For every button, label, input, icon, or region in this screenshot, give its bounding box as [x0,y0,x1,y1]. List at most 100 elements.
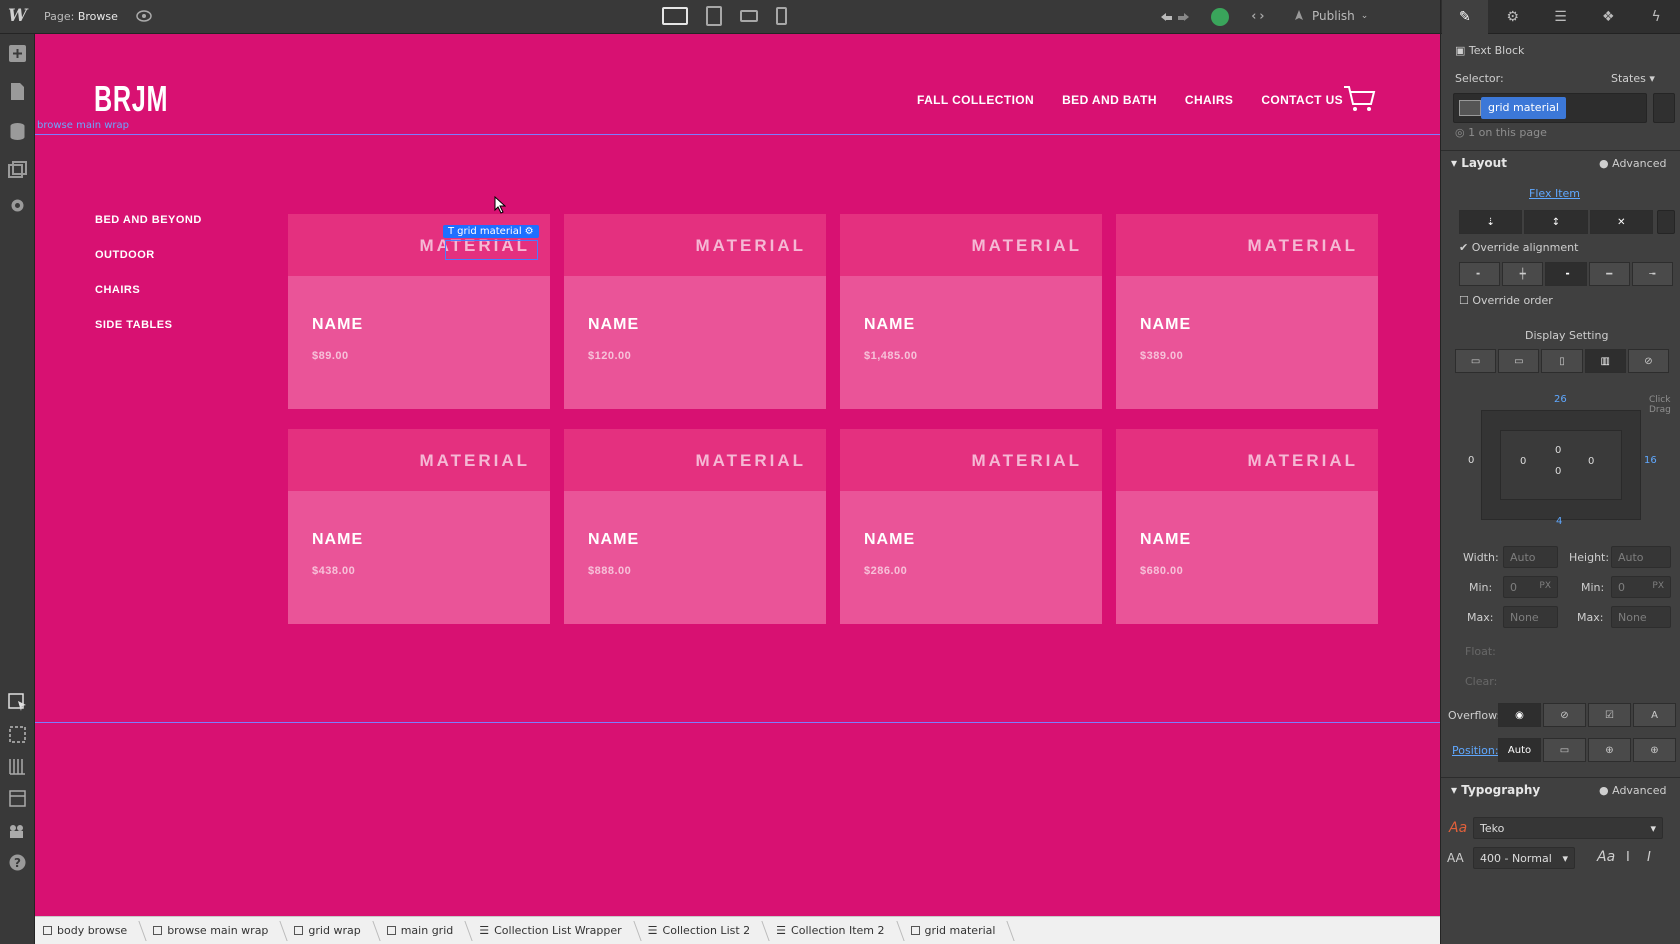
product-card[interactable]: MATERIAL NAME $888.00 [564,429,826,624]
margin-right-value[interactable]: 16 [1644,455,1657,466]
category-link[interactable]: CHAIRS [95,284,202,296]
position-label[interactable]: Position: [1452,744,1499,757]
breadcrumb-item[interactable]: grid wrap [286,917,378,944]
settings-gear-icon[interactable]: ⚙ [525,226,534,237]
selector-class-chip[interactable]: grid material [1481,97,1566,119]
nav-link-fall-collection[interactable]: FALL COLLECTION [917,93,1034,107]
product-card[interactable]: MATERIAL NAME $120.00 [564,214,826,409]
breadcrumb-item[interactable]: ☰ Collection Item 2 [768,917,902,944]
padding-right-value[interactable]: 0 [1588,456,1594,467]
selected-element-tag[interactable]: T grid material ⚙ [443,225,539,238]
padding-bottom-value[interactable]: 0 [1555,466,1561,477]
margin-left-value[interactable]: 0 [1468,455,1474,466]
mobile-landscape-icon[interactable] [740,10,758,22]
align-center-icon[interactable]: ┿ [1502,262,1544,286]
layout-advanced-toggle[interactable]: ● Advanced [1599,157,1666,170]
align-end-icon[interactable]: ╺ [1545,262,1587,286]
layout-section-header[interactable]: ▾ Layout [1451,156,1507,170]
typography-section-header[interactable]: ▾ Typography [1451,783,1540,797]
selection-box-icon[interactable] [8,725,27,744]
flex-settings-gear-icon[interactable] [1657,210,1675,234]
position-relative-icon[interactable]: ▭ [1543,738,1586,762]
width-input[interactable]: Auto [1503,546,1558,568]
grow-icon[interactable]: ↕ [1524,210,1588,234]
card-material[interactable]: MATERIAL [971,451,1082,471]
page-selector[interactable]: Page: Browse [44,10,118,23]
breadcrumb-item[interactable]: grid material [903,917,1014,944]
symbols-icon[interactable]: ❖ [1585,0,1631,34]
help-icon[interactable]: ? [8,853,27,872]
grid-overlay-icon[interactable] [8,757,27,776]
override-order-checkbox[interactable]: ☐ Override order [1459,294,1553,307]
category-link[interactable]: BED AND BEYOND [95,214,202,226]
align-start-icon[interactable]: ╸ [1459,262,1501,286]
height-input[interactable]: Auto [1611,546,1671,568]
override-alignment-checkbox[interactable]: ✔ Override alignment [1459,241,1578,254]
states-dropdown[interactable]: States ▾ [1611,72,1655,85]
product-card[interactable]: MATERIAL NAME $680.00 [1116,429,1378,624]
position-absolute-icon[interactable]: ⊕ [1588,738,1631,762]
font-weight-select[interactable]: 400 - Normal ▾ [1473,847,1575,869]
product-card[interactable]: MATERIAL NAME $438.00 [288,429,550,624]
breadcrumb-item[interactable]: ☰ Collection List 2 [640,917,769,944]
settings-gear-icon[interactable] [8,196,27,215]
padding-top-value[interactable]: 0 [1555,445,1561,456]
preview-layout-icon[interactable] [8,789,27,808]
box-model-editor[interactable] [1481,410,1641,520]
cart-icon[interactable] [1342,84,1376,114]
padding-left-value[interactable]: 0 [1520,456,1526,467]
align-baseline-icon[interactable]: ╼ [1631,262,1674,286]
interactions-bolt-icon[interactable]: ϟ [1633,0,1679,34]
display-block-icon[interactable]: ▭ [1455,349,1497,373]
undo-redo-icon[interactable] [1158,9,1192,25]
desktop-device-icon[interactable] [662,7,688,25]
flex-item-link[interactable]: Flex Item [1529,187,1580,200]
overflow-auto-icon[interactable]: A [1633,703,1676,727]
display-inline-icon[interactable]: ▯ [1541,349,1583,373]
breadcrumb-item[interactable]: browse main wrap [145,917,286,944]
webflow-logo-icon[interactable]: W [8,6,28,26]
product-card[interactable]: MATERIAL NAME $1,485.00 [840,214,1102,409]
position-auto-button[interactable]: Auto [1498,738,1541,762]
product-card[interactable]: MATERIAL T grid material ⚙ NAME $89.00 [288,214,550,409]
overflow-hidden-icon[interactable]: ⊘ [1543,703,1586,727]
overflow-scroll-icon[interactable]: ☑ [1588,703,1631,727]
overflow-visible-eye-icon[interactable]: ◉ [1498,703,1541,727]
card-material[interactable]: MATERIAL [1247,451,1358,471]
card-material[interactable]: MATERIAL [419,451,530,471]
min-height-input[interactable]: 0 PX [1611,576,1671,598]
font-family-select[interactable]: Teko ▾ [1473,817,1663,839]
card-material[interactable]: MATERIAL [1247,236,1358,256]
video-tutorials-icon[interactable] [8,822,27,841]
preview-eye-icon[interactable] [136,9,152,23]
display-none-icon[interactable]: ⊘ [1627,349,1670,373]
margin-bottom-value[interactable]: 4 [1556,516,1562,527]
margin-top-value[interactable]: 26 [1554,394,1567,405]
category-link[interactable]: SIDE TABLES [95,319,202,331]
align-stretch-icon[interactable]: ━ [1588,262,1630,286]
style-brush-icon[interactable]: ✎ [1441,0,1488,34]
italic-icon[interactable]: I [1647,850,1651,865]
add-panel-icon[interactable] [8,44,27,63]
product-card[interactable]: MATERIAL NAME $286.00 [840,429,1102,624]
font-style-icon[interactable]: Aa [1597,849,1615,865]
card-material[interactable]: MATERIAL [695,236,806,256]
shrink-icon[interactable]: ⇣ [1459,210,1523,234]
breadcrumb-item[interactable]: ☰ Collection List Wrapper [471,917,639,944]
nav-link-chairs[interactable]: CHAIRS [1185,93,1233,107]
typography-advanced-toggle[interactable]: ● Advanced [1599,784,1666,797]
cms-database-icon[interactable] [8,122,27,141]
nav-link-contact-us[interactable]: CONTACT US [1261,93,1343,107]
code-export-icon[interactable]: ‹› [1250,9,1266,24]
assets-icon[interactable] [8,161,27,180]
navigator-icon[interactable]: ☰ [1537,0,1583,34]
site-brand-logo[interactable]: BRJM [94,78,168,120]
product-card[interactable]: MATERIAL NAME $389.00 [1116,214,1378,409]
select-cursor-icon[interactable] [8,693,27,712]
card-material[interactable]: MATERIAL [971,236,1082,256]
display-inline-block-icon[interactable]: ▭ [1498,349,1540,373]
text-cursor-icon[interactable]: I [1626,850,1630,865]
position-fixed-icon[interactable]: ⊕ [1633,738,1676,762]
selector-menu-button[interactable] [1653,93,1675,123]
min-width-input[interactable]: 0 PX [1503,576,1558,598]
